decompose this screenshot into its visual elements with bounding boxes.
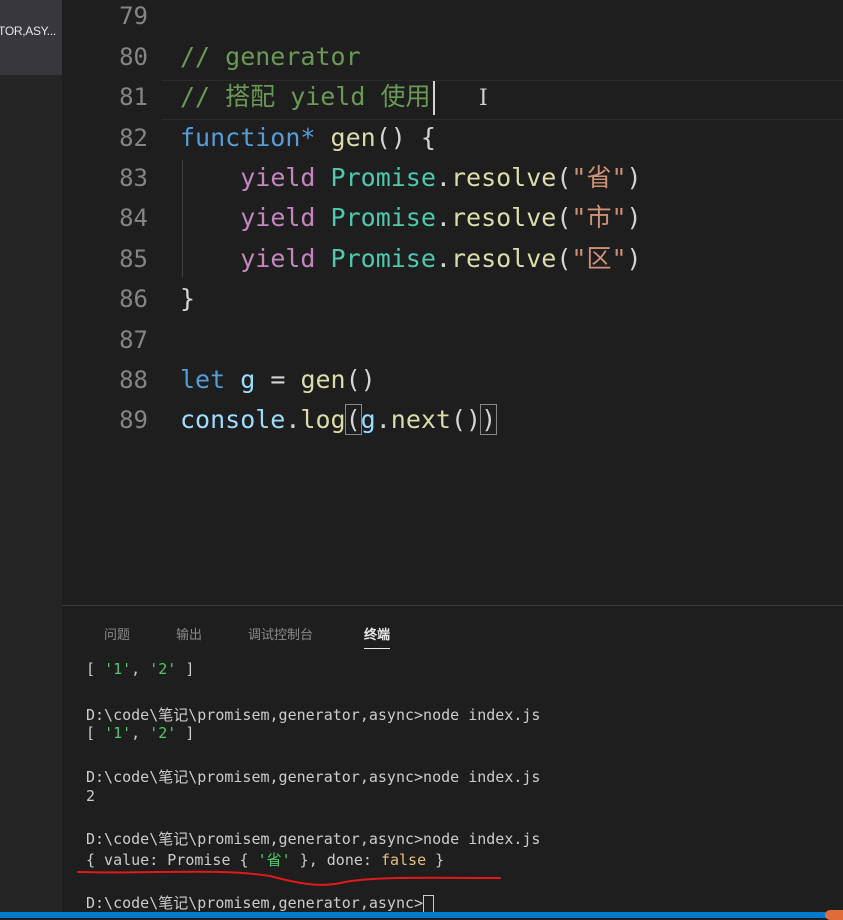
class-name: Promise <box>330 203 436 232</box>
line-number: 85 <box>119 245 148 273</box>
code-line-79: 79 <box>62 0 843 36</box>
line-number: 87 <box>119 326 148 354</box>
line-number: 82 <box>119 124 148 152</box>
function-name: gen <box>330 123 376 152</box>
bracket-match: ( <box>344 404 362 435</box>
keyword: let <box>180 365 226 394</box>
terminal-line: { value: Promise { '省' }, done: false } <box>86 851 445 869</box>
line-number: 81 <box>119 83 148 111</box>
code-line-87: 87 <box>62 320 843 360</box>
code-text: } <box>180 284 196 313</box>
terminal-line: [ '1', '2' ] <box>86 660 195 678</box>
keyword: yield <box>240 244 316 273</box>
terminal-prompt: D:\code\笔记\promisem,generator,async>node… <box>86 830 541 848</box>
terminal-prompt: D:\code\笔记\promisem,generator,async> <box>86 892 435 913</box>
code-line-80: 80 // generator <box>62 37 843 77</box>
code-line-89: 89 console.log(g.next()) <box>62 400 843 440</box>
line-number: 86 <box>119 285 148 313</box>
code-editor[interactable]: 79 80 // generator 81 // 搭配 yield 使用 82 … <box>62 0 843 605</box>
string-literal: "省" <box>571 163 627 192</box>
text-caret <box>432 81 435 115</box>
panel-tabs: 问题 输出 调试控制台 终端 <box>62 618 843 649</box>
tab-terminal[interactable]: 终端 <box>364 624 391 649</box>
string-literal: "区" <box>571 244 627 273</box>
class-name: Promise <box>330 163 436 192</box>
string-literal: "市" <box>571 203 627 232</box>
code-line-82: 82 function* gen() { <box>62 118 843 158</box>
code-line-81: 81 // 搭配 yield 使用 <box>62 77 843 117</box>
method-name: resolve <box>450 203 557 232</box>
status-bar <box>0 910 843 920</box>
variable: g <box>240 365 256 394</box>
code-line-84: 84 yield Promise.resolve("市") <box>62 198 843 238</box>
sidebar: TOR,ASY... <box>0 0 62 918</box>
line-number: 79 <box>119 2 148 30</box>
ibeam-cursor-icon: I <box>479 86 488 111</box>
keyword: function* <box>180 123 316 152</box>
code-line-88: 88 let g = gen() <box>62 360 843 400</box>
comment: // 搭配 yield 使用 <box>180 82 431 111</box>
terminal-prompt: D:\code\笔记\promisem,generator,async>node… <box>86 768 541 786</box>
bracket-match: ) <box>480 404 498 435</box>
method-name: log <box>300 405 346 434</box>
class-name: Promise <box>330 244 436 273</box>
keyword: yield <box>240 163 316 192</box>
variable: console <box>180 405 286 434</box>
line-number: 89 <box>119 406 148 434</box>
variable: g <box>360 405 376 434</box>
tab-problems[interactable]: 问题 <box>104 624 130 643</box>
method-name: resolve <box>450 244 557 273</box>
terminal-prompt: D:\code\笔记\promisem,generator,async>node… <box>86 706 541 724</box>
open-editor-tab[interactable]: TOR,ASY... <box>0 0 62 75</box>
method-name: resolve <box>450 163 557 192</box>
line-number: 83 <box>119 164 148 192</box>
open-editor-tab-label: TOR,ASY... <box>0 24 56 38</box>
tab-output[interactable]: 输出 <box>176 624 202 643</box>
line-number: 88 <box>119 366 148 394</box>
terminal-line: [ '1', '2' ] <box>86 724 195 742</box>
terminal-line: 2 <box>86 787 96 805</box>
tab-debug-console[interactable]: 调试控制台 <box>248 624 313 643</box>
comment: // generator <box>180 42 361 71</box>
code-line-83: 83 yield Promise.resolve("省") <box>62 158 843 198</box>
line-number: 84 <box>119 204 148 232</box>
bottom-panel: 问题 输出 调试控制台 终端 [ '1', '2' ] D:\code\笔记\p… <box>62 605 843 919</box>
function-name: gen <box>300 365 346 394</box>
terminal-cursor <box>423 894 435 913</box>
code-line-86: 86 } <box>62 279 843 319</box>
method-name: next <box>390 405 451 434</box>
notification-indicator <box>825 910 843 920</box>
keyword: yield <box>240 203 316 232</box>
line-number: 80 <box>119 43 148 71</box>
code-line-85: 85 yield Promise.resolve("区") <box>62 239 843 279</box>
